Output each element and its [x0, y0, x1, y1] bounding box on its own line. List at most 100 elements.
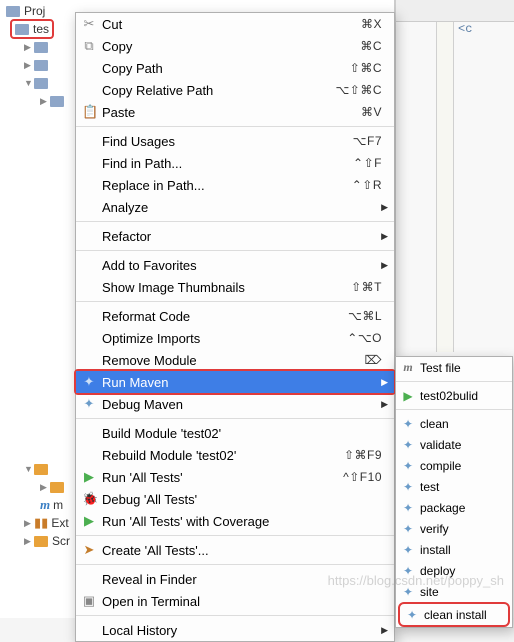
menu-local-hist[interactable]: Local History▶ [76, 619, 394, 641]
menu-cut[interactable]: ✂Cut⌘X [76, 13, 394, 35]
menu-optimize[interactable]: Optimize Imports⌃⌥O [76, 327, 394, 349]
menu-label: test02bulid [420, 389, 478, 403]
sub-test-build[interactable]: ▶test02bulid [396, 385, 512, 406]
menu-run-maven[interactable]: ✦Run Maven▶ [76, 371, 394, 393]
menu-debug-all[interactable]: 🐞Debug 'All Tests' [76, 488, 394, 510]
chevron-right-icon: ▶ [40, 96, 50, 107]
sub-clean[interactable]: ✦clean [396, 413, 512, 434]
folder-icon [50, 482, 64, 493]
sub-verify[interactable]: ✦verify [396, 518, 512, 539]
menu-label: Open in Terminal [102, 594, 382, 609]
shortcut: ⌥⇧⌘C [335, 83, 382, 97]
menu-build-mod[interactable]: Build Module 'test02' [76, 422, 394, 444]
editor-gutter [436, 22, 454, 352]
menu-label: Run Maven [102, 375, 382, 390]
menu-label: Reformat Code [102, 309, 348, 324]
sub-package[interactable]: ✦ package [396, 497, 512, 518]
sub-deploy[interactable]: ✦deploy [396, 560, 512, 581]
gear-icon: ✦ [401, 438, 415, 452]
menu-label: Cut [102, 17, 361, 32]
submenu-arrow-icon: ▶ [381, 625, 388, 636]
shortcut: ⇧⌘T [351, 280, 382, 294]
menu-rebuild-mod[interactable]: Rebuild Module 'test02'⇧⌘F9 [76, 444, 394, 466]
menu-replace-in-path[interactable]: Replace in Path...⌃⇧R [76, 174, 394, 196]
menu-label: Run 'All Tests' with Coverage [102, 514, 382, 529]
maven-icon: m [40, 497, 50, 513]
folder-icon [6, 6, 20, 17]
menu-label: install [420, 543, 451, 557]
menu-add-fav[interactable]: Add to Favorites▶ [76, 254, 394, 276]
menu-separator [396, 381, 512, 382]
menu-copy-rel[interactable]: Copy Relative Path⌥⇧⌘C [76, 79, 394, 101]
sub-install[interactable]: ✦install [396, 539, 512, 560]
sub-compile[interactable]: ✦ compile [396, 455, 512, 476]
gear-icon: ✦ [401, 501, 415, 515]
menu-separator [76, 301, 394, 302]
shortcut: ⌃⌥O [347, 331, 382, 345]
chevron-down-icon: ▼ [24, 464, 34, 474]
menu-label: validate [420, 438, 461, 452]
paste-icon: 📋 [82, 104, 96, 120]
menu-label: Run 'All Tests' [102, 470, 343, 485]
sub-test-file[interactable]: mTest file [396, 357, 512, 378]
folder-icon [34, 42, 48, 53]
menu-reformat[interactable]: Reformat Code⌥⌘L [76, 305, 394, 327]
menu-show-thumb[interactable]: Show Image Thumbnails⇧⌘T [76, 276, 394, 298]
menu-label: Add to Favorites [102, 258, 382, 273]
folder-icon [15, 24, 29, 35]
menu-refactor[interactable]: Refactor▶ [76, 225, 394, 247]
menu-label: Remove Module [102, 353, 365, 368]
menu-label: compile [420, 459, 461, 473]
gear-icon: ✦ [401, 564, 415, 578]
shortcut: ⇧⌘F9 [344, 448, 382, 462]
menu-label: Debug 'All Tests' [102, 492, 382, 507]
menu-label: verify [420, 522, 449, 536]
menu-label: Analyze [102, 200, 382, 215]
sub-validate[interactable]: ✦ validate [396, 434, 512, 455]
shortcut: ⌃⇧F [353, 156, 382, 170]
menu-find-in-path[interactable]: Find in Path...⌃⇧F [76, 152, 394, 174]
menu-label: Reveal in Finder [102, 572, 382, 587]
highlight-clean-install: ✦clean install [398, 602, 510, 627]
sub-test[interactable]: ✦test [396, 476, 512, 497]
menu-create-all[interactable]: ➤ Create 'All Tests'... [76, 539, 394, 561]
menu-separator [76, 250, 394, 251]
menu-remove-mod[interactable]: Remove Module⌦ [76, 349, 394, 371]
cut-icon: ✂ [82, 16, 96, 32]
menu-analyze[interactable]: Analyze▶ [76, 196, 394, 218]
shortcut: ⌘C [360, 39, 382, 53]
menu-label: Copy [102, 39, 360, 54]
chevron-right-icon: ▶ [24, 60, 34, 71]
menu-label: Create 'All Tests'... [102, 543, 382, 558]
menu-separator [76, 126, 394, 127]
menu-copy[interactable]: ⧉Copy⌘C [76, 35, 394, 57]
terminal-icon: ▣ [82, 593, 96, 609]
gear-icon: ✦ [401, 459, 415, 473]
sub-site[interactable]: ✦site [396, 581, 512, 602]
folder-icon [34, 78, 48, 89]
editor-tab[interactable] [396, 0, 514, 22]
menu-run-cov[interactable]: ▶Run 'All Tests' with Coverage [76, 510, 394, 532]
menu-label: Build Module 'test02' [102, 426, 382, 441]
menu-debug-maven[interactable]: ✦Debug Maven▶ [76, 393, 394, 415]
menu-reveal[interactable]: Reveal in Finder [76, 568, 394, 590]
gear-icon: ✦ [405, 608, 419, 622]
menu-separator [76, 221, 394, 222]
menu-separator [76, 418, 394, 419]
submenu-arrow-icon: ▶ [381, 202, 388, 213]
menu-paste[interactable]: 📋Paste⌘V [76, 101, 394, 123]
submenu-arrow-icon: ▶ [381, 231, 388, 242]
menu-copy-path[interactable]: Copy Path⇧⌘C [76, 57, 394, 79]
arrow-right-icon: ➤ [82, 542, 96, 558]
menu-label: package [420, 501, 465, 515]
menu-separator [396, 409, 512, 410]
menu-open-term[interactable]: ▣ Open in Terminal [76, 590, 394, 612]
menu-find-usages[interactable]: Find Usages⌥F7 [76, 130, 394, 152]
sub-clean-install[interactable]: ✦clean install [400, 604, 508, 625]
chevron-right-icon: ▶ [40, 482, 50, 493]
menu-label: Copy Path [102, 61, 350, 76]
folder-icon [50, 96, 64, 107]
menu-run-all[interactable]: ▶Run 'All Tests'^⇧F10 [76, 466, 394, 488]
context-menu: ✂Cut⌘X ⧉Copy⌘C Copy Path⇧⌘C Copy Relativ… [75, 12, 395, 642]
menu-label: Copy Relative Path [102, 83, 335, 98]
